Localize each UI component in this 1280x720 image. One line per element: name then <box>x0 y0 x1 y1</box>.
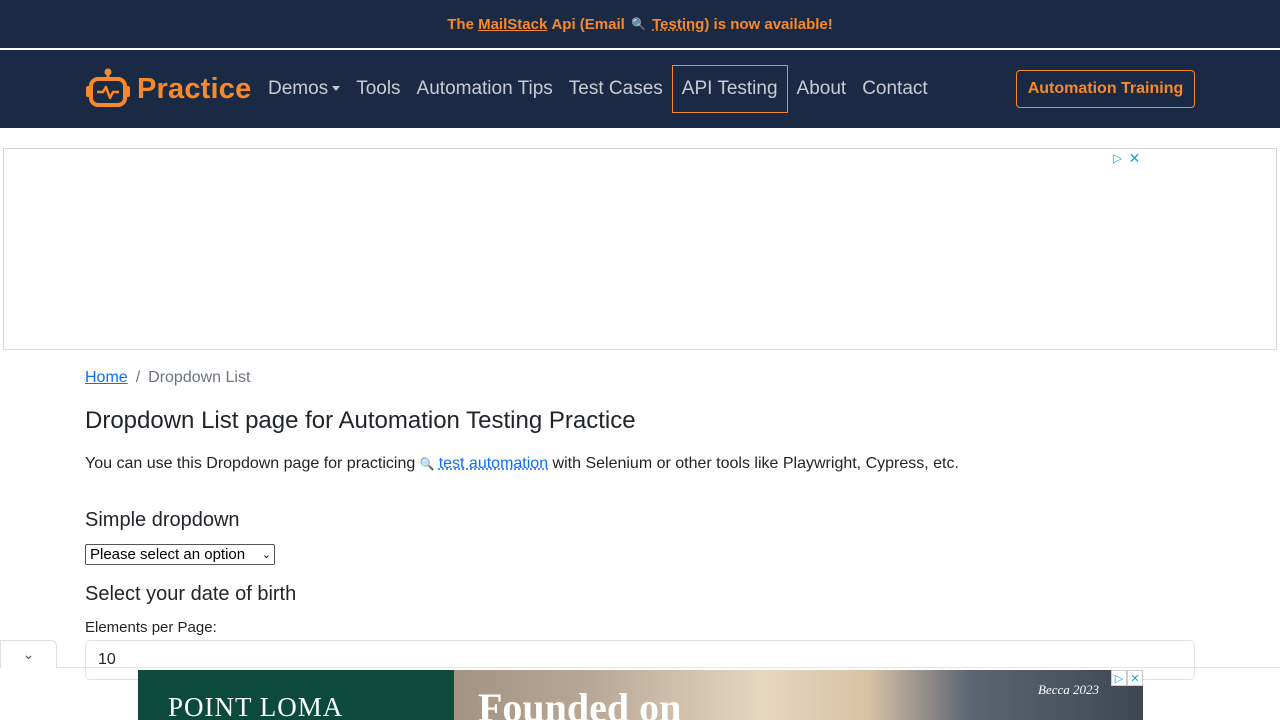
test-automation-link[interactable]: test automation <box>439 455 548 472</box>
ad-signature: Becca 2023 <box>1038 682 1100 697</box>
ad-controls: ▷ ✕ <box>1110 151 1142 166</box>
announcement-prefix: The <box>447 15 474 33</box>
dob-heading: Select your date of birth <box>85 583 297 605</box>
nav-about[interactable]: About <box>789 78 855 100</box>
announcement-suffix: ) is now available! <box>704 15 833 33</box>
announcement-middle: Api (Email <box>551 15 625 33</box>
close-icon[interactable]: ✕ <box>1127 670 1143 686</box>
nav-contact[interactable]: Contact <box>854 78 935 100</box>
nav-test-cases[interactable]: Test Cases <box>561 78 671 100</box>
collapse-ad-button[interactable]: ⌄ <box>0 640 57 668</box>
navbar: Practice Demos Tools Automation Tips Tes… <box>0 50 1280 128</box>
breadcrumb-current: Dropdown List <box>148 369 251 386</box>
page-title: Dropdown List page for Automation Testin… <box>85 407 636 434</box>
simple-dropdown-value: Please select an option <box>90 546 246 563</box>
nav-demos-label: Demos <box>268 78 329 99</box>
ad-banner-bottom[interactable]: POINT LOMA Founded on Becca 2023 ▷ ✕ <box>138 670 1143 720</box>
ad-headline: Founded on <box>478 685 682 720</box>
automation-training-button[interactable]: Automation Training <box>1016 70 1195 108</box>
breadcrumb: Home / Dropdown List <box>85 369 250 387</box>
nav-automation-tips[interactable]: Automation Tips <box>409 78 561 100</box>
brand-name: Practice <box>137 72 252 105</box>
search-icon: 🔍 <box>631 17 646 31</box>
mailstack-link[interactable]: MailStack <box>478 16 547 33</box>
ad-brand-text: POINT LOMA <box>168 692 344 720</box>
breadcrumb-home[interactable]: Home <box>85 369 128 387</box>
nav-tools[interactable]: Tools <box>348 78 408 100</box>
simple-dropdown-heading: Simple dropdown <box>85 509 240 531</box>
intro-after: with Selenium or other tools like Playwr… <box>552 455 959 472</box>
nav-api-testing[interactable]: API Testing <box>671 65 788 113</box>
simple-dropdown-select[interactable]: Please select an option ⌄ <box>85 544 275 565</box>
close-icon[interactable]: ✕ <box>1127 151 1142 166</box>
breadcrumb-separator: / <box>135 369 141 386</box>
intro-text: You can use this Dropdown page for pract… <box>85 455 959 473</box>
search-icon: 🔍 <box>419 457 435 471</box>
nav-links: Demos Tools Automation Tips Test Cases A… <box>260 65 936 113</box>
testing-link[interactable]: Testing <box>652 16 704 33</box>
ad-banner-top: ▷ ✕ <box>3 148 1277 350</box>
chevron-down-icon <box>332 86 341 92</box>
elements-per-page-label: Elements per Page: <box>85 619 217 636</box>
nav-demos[interactable]: Demos <box>260 78 348 100</box>
announcement-bar: The MailStack Api (Email 🔍 Testing) is n… <box>0 0 1280 48</box>
chevron-down-icon: ⌄ <box>22 646 35 662</box>
sticky-ad-divider <box>0 667 1280 668</box>
brand-logo[interactable]: Practice <box>85 67 251 111</box>
robot-logo-icon <box>86 68 130 107</box>
adchoices-icon[interactable]: ▷ <box>1110 151 1125 166</box>
chevron-down-icon: ⌄ <box>261 549 271 561</box>
intro-before: You can use this Dropdown page for pract… <box>85 455 416 472</box>
adchoices-icon[interactable]: ▷ <box>1111 670 1127 686</box>
ad-controls-bottom: ▷ ✕ <box>1111 670 1143 686</box>
